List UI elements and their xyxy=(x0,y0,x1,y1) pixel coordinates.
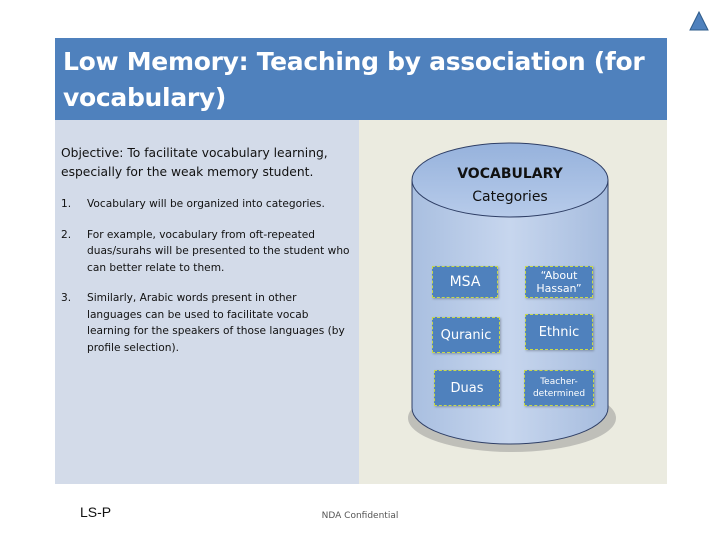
category-duas: Duas xyxy=(434,370,500,406)
footer-confidential: NDA Confidential xyxy=(321,511,399,521)
category-ethnic: Ethnic xyxy=(525,314,593,350)
vocabulary-cylinder xyxy=(408,142,616,452)
footer-label: LS-P xyxy=(80,504,112,520)
diagram-title: VOCABULARY xyxy=(457,166,563,182)
category-msa: MSA xyxy=(432,266,498,298)
diagram-subtitle: Categories xyxy=(472,189,548,205)
category-quranic: Quranic xyxy=(432,317,500,353)
category-teacher-determined: Teacher-determined xyxy=(524,370,594,406)
category-about-hassan: “About Hassan” xyxy=(525,266,593,298)
